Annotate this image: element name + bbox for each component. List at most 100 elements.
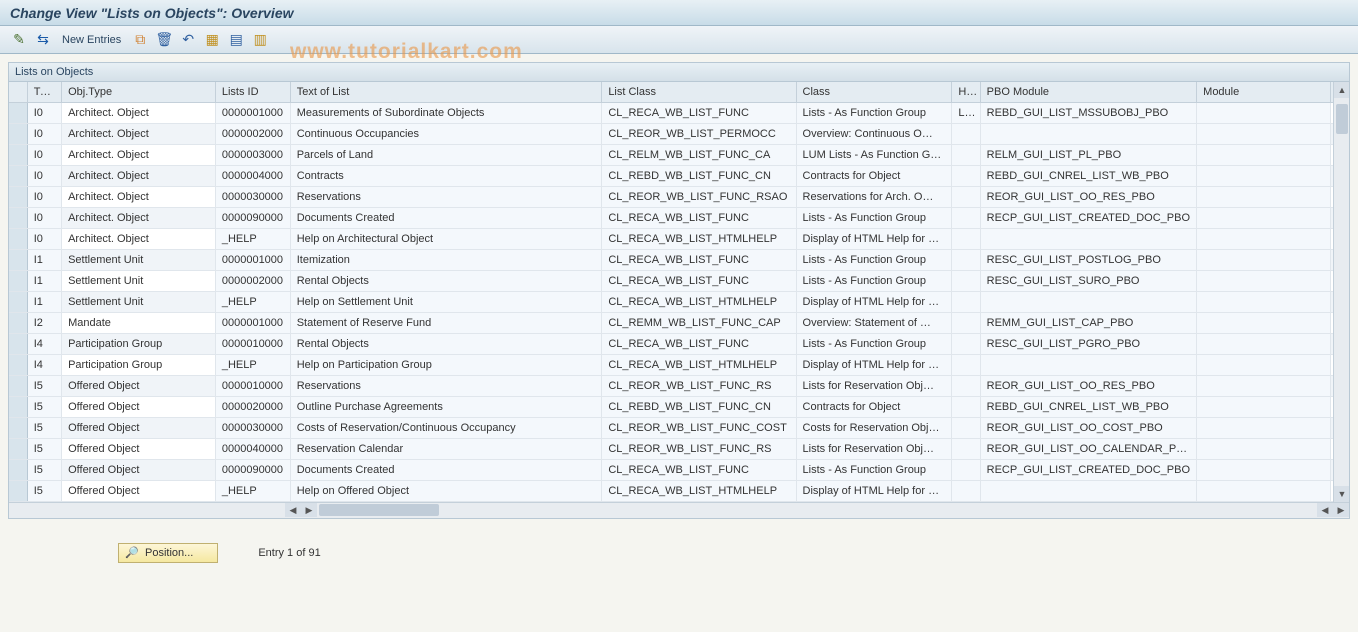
cell-ha[interactable]: [952, 459, 980, 480]
cell-listsid[interactable]: 0000001000: [215, 249, 290, 270]
row-marker[interactable]: [9, 375, 27, 396]
table-row[interactable]: I0Architect. Object0000030000Reservation…: [9, 186, 1349, 207]
cell-pbo[interactable]: [980, 228, 1197, 249]
vertical-scrollbar[interactable]: ▲ ▼: [1333, 82, 1349, 502]
cell-type[interactable]: I0: [27, 102, 61, 123]
cell-listsid[interactable]: _HELP: [215, 291, 290, 312]
cell-pbo[interactable]: REBD_GUI_CNREL_LIST_WB_PBO: [980, 165, 1197, 186]
cell-type[interactable]: I0: [27, 123, 61, 144]
cell-listsid[interactable]: 0000040000: [215, 438, 290, 459]
cell-text[interactable]: Help on Offered Object: [290, 480, 602, 501]
row-marker[interactable]: [9, 417, 27, 438]
scroll-track[interactable]: [1334, 98, 1349, 486]
cell-type[interactable]: I0: [27, 144, 61, 165]
col-objtype[interactable]: Obj.Type: [62, 82, 216, 102]
cell-listsid[interactable]: 0000090000: [215, 207, 290, 228]
cell-text[interactable]: Costs of Reservation/Continuous Occupanc…: [290, 417, 602, 438]
cell-listsid[interactable]: 0000010000: [215, 333, 290, 354]
table-row[interactable]: I0Architect. Object0000002000Continuous …: [9, 123, 1349, 144]
table-row[interactable]: I5Offered Object0000010000ReservationsCL…: [9, 375, 1349, 396]
scroll-down-icon[interactable]: ▼: [1334, 486, 1349, 502]
cell-type[interactable]: I0: [27, 228, 61, 249]
cell-text[interactable]: Itemization: [290, 249, 602, 270]
cell-ha[interactable]: [952, 312, 980, 333]
cell-text[interactable]: Help on Settlement Unit: [290, 291, 602, 312]
col-type[interactable]: Type: [27, 82, 61, 102]
table-row[interactable]: I1Settlement Unit_HELPHelp on Settlement…: [9, 291, 1349, 312]
hscroll-end-right-icon[interactable]: ▶: [1333, 503, 1349, 517]
cell-listclass[interactable]: CL_REOR_WB_LIST_FUNC_RS: [602, 438, 796, 459]
select-all-icon[interactable]: ▦: [203, 31, 221, 49]
cell-pbo[interactable]: REOR_GUI_LIST_OO_RES_PBO: [980, 375, 1197, 396]
cell-listclass[interactable]: CL_RECA_WB_LIST_HTMLHELP: [602, 354, 796, 375]
cell-module[interactable]: [1197, 459, 1331, 480]
hscroll-left-icon[interactable]: ◀: [285, 503, 301, 517]
row-marker[interactable]: [9, 459, 27, 480]
cell-listsid[interactable]: 0000020000: [215, 396, 290, 417]
cell-module[interactable]: [1197, 375, 1331, 396]
cell-type[interactable]: I5: [27, 417, 61, 438]
cell-type[interactable]: I0: [27, 207, 61, 228]
cell-type[interactable]: I0: [27, 186, 61, 207]
cell-ha[interactable]: [952, 480, 980, 501]
cell-type[interactable]: I4: [27, 354, 61, 375]
cell-module[interactable]: [1197, 123, 1331, 144]
table-row[interactable]: I4Participation Group0000010000Rental Ob…: [9, 333, 1349, 354]
cell-listclass[interactable]: CL_REMM_WB_LIST_FUNC_CAP: [602, 312, 796, 333]
col-class[interactable]: Class: [796, 82, 952, 102]
cell-text[interactable]: Documents Created: [290, 459, 602, 480]
row-marker[interactable]: [9, 207, 27, 228]
table-row[interactable]: I0Architect. Object0000090000Documents C…: [9, 207, 1349, 228]
cell-module[interactable]: [1197, 354, 1331, 375]
deselect-all-icon[interactable]: ▥: [251, 31, 269, 49]
cell-module[interactable]: [1197, 102, 1331, 123]
table-row[interactable]: I5Offered Object0000030000Costs of Reser…: [9, 417, 1349, 438]
row-marker[interactable]: [9, 438, 27, 459]
row-marker[interactable]: [9, 354, 27, 375]
position-button[interactable]: 🔎 Position...: [118, 543, 218, 563]
cell-listclass[interactable]: CL_RECA_WB_LIST_FUNC: [602, 459, 796, 480]
table-row[interactable]: I0Architect. Object0000001000Measurement…: [9, 102, 1349, 123]
cell-module[interactable]: [1197, 270, 1331, 291]
cell-text[interactable]: Reservations: [290, 375, 602, 396]
cell-type[interactable]: I1: [27, 291, 61, 312]
cell-module[interactable]: [1197, 417, 1331, 438]
delete-icon[interactable]: 🗑: [155, 31, 173, 49]
cell-text[interactable]: Documents Created: [290, 207, 602, 228]
cell-listclass[interactable]: CL_REBD_WB_LIST_FUNC_CN: [602, 165, 796, 186]
row-marker[interactable]: [9, 186, 27, 207]
row-marker[interactable]: [9, 291, 27, 312]
table-row[interactable]: I0Architect. Object_HELPHelp on Architec…: [9, 228, 1349, 249]
row-marker[interactable]: [9, 123, 27, 144]
cell-listsid[interactable]: 0000030000: [215, 417, 290, 438]
cell-module[interactable]: [1197, 291, 1331, 312]
cell-ha[interactable]: LIMS: [952, 102, 980, 123]
table-row[interactable]: I5Offered Object0000090000Documents Crea…: [9, 459, 1349, 480]
cell-text[interactable]: Reservations: [290, 186, 602, 207]
cell-listsid[interactable]: 0000003000: [215, 144, 290, 165]
cell-ha[interactable]: [952, 228, 980, 249]
cell-listsid[interactable]: 0000090000: [215, 459, 290, 480]
cell-text[interactable]: Statement of Reserve Fund: [290, 312, 602, 333]
row-marker[interactable]: [9, 270, 27, 291]
cell-type[interactable]: I0: [27, 165, 61, 186]
cell-type[interactable]: I5: [27, 480, 61, 501]
cell-pbo[interactable]: [980, 123, 1197, 144]
row-marker[interactable]: [9, 396, 27, 417]
cell-pbo[interactable]: REBD_GUI_LIST_MSSUBOBJ_PBO: [980, 102, 1197, 123]
select-block-icon[interactable]: ▤: [227, 31, 245, 49]
cell-pbo[interactable]: REBD_GUI_CNREL_LIST_WB_PBO: [980, 396, 1197, 417]
table-row[interactable]: I0Architect. Object0000004000ContractsCL…: [9, 165, 1349, 186]
cell-ha[interactable]: [952, 270, 980, 291]
cell-ha[interactable]: [952, 417, 980, 438]
cell-text[interactable]: Measurements of Subordinate Objects: [290, 102, 602, 123]
cell-module[interactable]: [1197, 186, 1331, 207]
cell-type[interactable]: I5: [27, 438, 61, 459]
cell-module[interactable]: [1197, 228, 1331, 249]
col-ha[interactable]: Ha..: [952, 82, 980, 102]
cell-type[interactable]: I1: [27, 249, 61, 270]
cell-listclass[interactable]: CL_REOR_WB_LIST_FUNC_RSAO: [602, 186, 796, 207]
cell-module[interactable]: [1197, 312, 1331, 333]
cell-listclass[interactable]: CL_REOR_WB_LIST_PERMOCC: [602, 123, 796, 144]
cell-pbo[interactable]: RESC_GUI_LIST_POSTLOG_PBO: [980, 249, 1197, 270]
